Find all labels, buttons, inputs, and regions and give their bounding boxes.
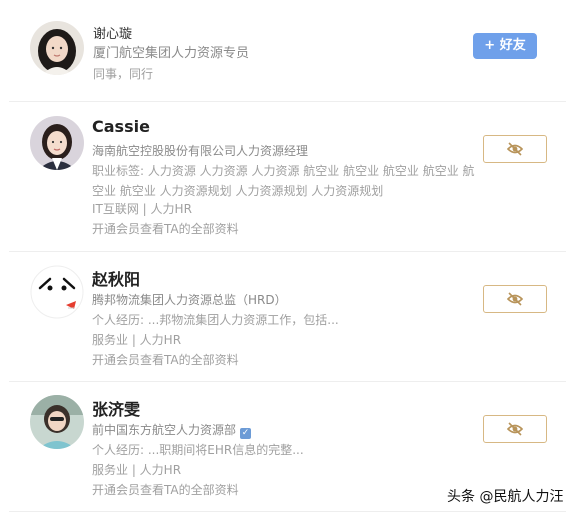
contact-industry: 服务业 | 人力HR xyxy=(92,333,182,347)
person-photo-icon xyxy=(30,116,84,170)
contact-experience: 个人经历: ...邦物流集团人力资源工作，包括... xyxy=(92,313,339,327)
hide-contact-button[interactable] xyxy=(483,135,547,163)
vip-prompt[interactable]: 开通会员查看TA的全部资料 xyxy=(92,350,239,370)
vip-prompt[interactable]: 开通会员查看TA的全部资料 xyxy=(92,480,239,500)
contact-name[interactable]: 谢心璇 xyxy=(93,23,132,42)
contact-card-3: 赵秋阳 腾邦物流集团人力资源总监（HRD） 个人经历: ...邦物流集团人力资源… xyxy=(0,252,586,382)
contact-title: 腾邦物流集团人力资源总监（HRD） xyxy=(92,293,287,307)
contact-title: 海南航空控股股份有限公司人力资源经理 xyxy=(92,144,309,158)
person-photo-icon xyxy=(30,21,84,75)
contact-card-1: 谢心璇 厦门航空集团人力资源专员 同事，同行 + 好友 xyxy=(0,0,586,102)
avatar[interactable] xyxy=(30,395,84,449)
contact-name[interactable]: Cassie xyxy=(92,117,150,136)
eye-slash-icon xyxy=(507,142,523,156)
contact-title: 厦门航空集团人力资源专员 xyxy=(93,46,250,61)
person-photo-icon xyxy=(30,395,84,449)
eye-slash-icon xyxy=(507,292,523,306)
contact-tags: 职业标签: 人力资源 人力资源 人力资源 航空业 航空业 航空业 航空业 航空业… xyxy=(92,164,475,198)
contact-industry: 服务业 | 人力HR xyxy=(92,463,182,477)
divider xyxy=(9,511,566,512)
watermark: 头条 @民航人力汪 xyxy=(447,489,564,505)
contact-card-2: Cassie 海南航空控股股份有限公司人力资源经理 职业标签: 人力资源 人力资… xyxy=(0,102,586,252)
vip-prompt[interactable]: 开通会员查看TA的全部资料 xyxy=(92,219,239,239)
cartoon-avatar-icon xyxy=(30,265,84,319)
avatar[interactable] xyxy=(30,116,84,170)
eye-slash-icon xyxy=(507,422,523,436)
verified-icon: ✓ xyxy=(240,428,252,439)
add-friend-button[interactable]: + 好友 xyxy=(473,33,537,59)
hide-contact-button[interactable] xyxy=(483,285,547,313)
contact-industry: IT互联网 | 人力HR xyxy=(92,202,192,216)
avatar[interactable] xyxy=(30,265,84,319)
contact-name[interactable]: 张济雯 xyxy=(92,396,140,420)
contact-experience: 个人经历: ...职期间将EHR信息的完整... xyxy=(92,443,304,457)
contact-relation: 同事，同行 xyxy=(93,67,154,81)
hide-contact-button[interactable] xyxy=(483,415,547,443)
contact-title: 前中国东方航空人力资源部 ✓ xyxy=(92,420,252,440)
contact-name[interactable]: 赵秋阳 xyxy=(92,266,140,290)
avatar[interactable] xyxy=(30,21,84,75)
contact-title-text: 前中国东方航空人力资源部 xyxy=(92,423,237,437)
